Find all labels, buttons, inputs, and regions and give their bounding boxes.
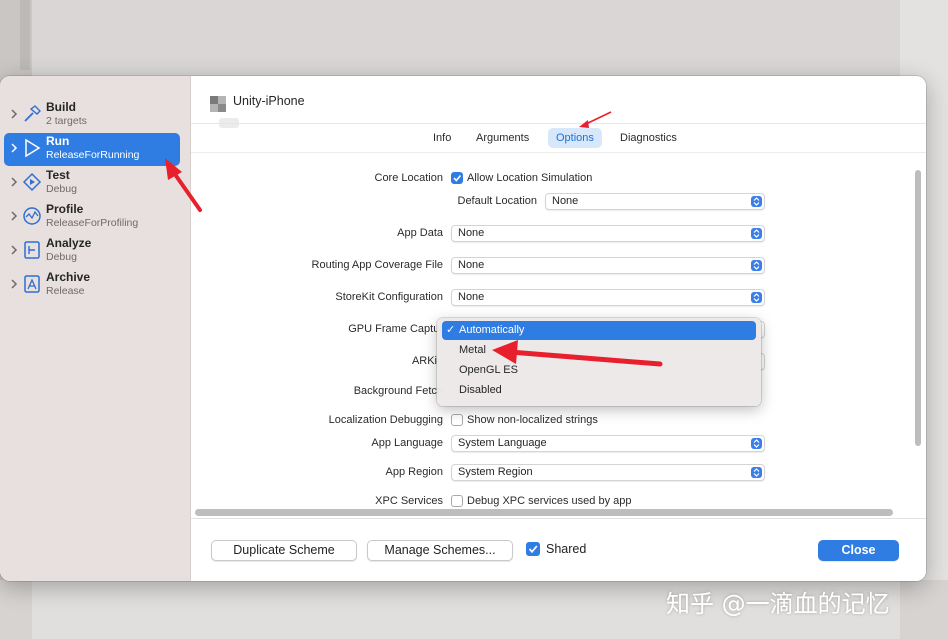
sidebar-item-profile[interactable]: Profile ReleaseForProfiling [4, 201, 180, 234]
chevron-right-icon[interactable] [9, 277, 19, 291]
stepper-arrows-icon [751, 467, 762, 478]
sidebar-item-title: Archive [46, 270, 91, 284]
storekit-configuration-label: StoreKit Configuration [335, 291, 443, 303]
sidebar-item-subtitle: Release [46, 285, 85, 297]
sidebar-item-analyze[interactable]: Analyze Debug [4, 235, 180, 268]
horizontal-scrollbar[interactable] [195, 509, 893, 516]
menu-item-label: OpenGL ES [459, 364, 518, 376]
show-non-localized-strings-label: Show non-localized strings [467, 414, 598, 426]
app-data-popup[interactable]: None [451, 225, 765, 242]
sidebar-item-run[interactable]: Run ReleaseForRunning [4, 133, 180, 166]
menu-item-label: Disabled [459, 384, 502, 396]
storekit-configuration-popup[interactable]: None [451, 289, 765, 306]
routing-coverage-popup[interactable]: None [451, 257, 765, 274]
app-region-value: System Region [458, 466, 533, 478]
routing-coverage-value: None [458, 259, 485, 271]
routing-coverage-label: Routing App Coverage File [311, 259, 443, 271]
scheme-actions-sidebar: Build 2 targets Run ReleaseForRunning Te… [0, 76, 191, 581]
debug-xpc-services-checkbox[interactable] [451, 495, 463, 507]
chevron-right-icon[interactable] [9, 243, 19, 257]
menu-item-opengl-es[interactable]: OpenGL ES [442, 361, 756, 380]
default-location-label: Default Location [457, 195, 538, 207]
vertical-scrollbar[interactable] [915, 170, 921, 446]
debug-xpc-services-label: Debug XPC services used by app [467, 495, 632, 507]
tabs-divider [191, 152, 926, 153]
tab-diagnostics[interactable]: Diagnostics [612, 128, 685, 148]
tab-options[interactable]: Options [548, 128, 602, 148]
checkmark-icon: ✓ [446, 324, 456, 336]
menu-item-label: Automatically [459, 324, 525, 336]
target-app-icon [210, 96, 226, 112]
hammer-icon [24, 105, 41, 122]
app-data-label: App Data [397, 227, 443, 239]
xpc-services-label: XPC Services [375, 495, 443, 507]
sidebar-item-subtitle: ReleaseForProfiling [46, 217, 139, 229]
menu-item-disabled[interactable]: Disabled [442, 381, 756, 400]
sidebar-item-build[interactable]: Build 2 targets [4, 99, 180, 132]
chevron-right-icon[interactable] [9, 175, 19, 189]
sidebar-item-title: Profile [46, 202, 84, 216]
app-language-label: App Language [371, 437, 443, 449]
chevron-right-icon[interactable] [9, 107, 19, 121]
allow-location-simulation-label: Allow Location Simulation [467, 172, 593, 184]
footer-divider [191, 518, 926, 519]
app-region-popup[interactable]: System Region [451, 464, 765, 481]
play-icon [25, 138, 41, 158]
chevron-right-icon[interactable] [9, 209, 19, 223]
checkmark-icon [528, 545, 538, 554]
storekit-configuration-value: None [458, 291, 485, 303]
sidebar-item-subtitle: Debug [46, 251, 77, 263]
sidebar-item-subtitle: ReleaseForRunning [46, 149, 140, 161]
stepper-arrows-icon [751, 438, 762, 449]
stepper-arrows-icon [751, 228, 762, 239]
app-language-value: System Language [458, 437, 547, 449]
show-non-localized-strings-checkbox[interactable] [451, 414, 463, 426]
background-strip [20, 0, 30, 70]
app-data-value: None [458, 227, 485, 239]
stepper-arrows-icon [751, 260, 762, 271]
shared-label: Shared [546, 542, 587, 556]
shared-checkbox[interactable] [526, 542, 540, 556]
analyze-icon [24, 241, 40, 259]
app-language-popup[interactable]: System Language [451, 435, 765, 452]
sidebar-item-archive[interactable]: Archive Release [4, 269, 180, 302]
sidebar-item-title: Test [46, 168, 70, 182]
watermark: 知乎 @一滴血的记忆 [666, 590, 890, 618]
menu-item-metal[interactable]: Metal [442, 341, 756, 360]
localization-debugging-label: Localization Debugging [328, 414, 443, 426]
gpu-frame-capture-label: GPU Frame Captur [348, 323, 443, 335]
checkmark-icon [453, 174, 462, 182]
core-location-label: Core Location [374, 172, 444, 184]
close-button[interactable]: Close [818, 540, 899, 561]
background-fetch-label: Background Fetch [353, 385, 443, 397]
sidebar-item-title: Build [46, 100, 76, 114]
sidebar-item-test[interactable]: Test Debug [4, 167, 180, 200]
default-location-value: None [552, 195, 579, 207]
gpu-frame-capture-menu: ✓ Automatically Metal OpenGL ES Disabled [437, 318, 761, 406]
tab-info[interactable]: Info [425, 128, 459, 148]
sidebar-item-subtitle: 2 targets [46, 115, 87, 127]
target-title: Unity-iPhone [233, 94, 305, 108]
menu-item-label: Metal [459, 344, 486, 356]
test-diamond-icon [22, 172, 42, 192]
manage-schemes-button[interactable]: Manage Schemes... [367, 540, 513, 561]
menu-item-automatically[interactable]: ✓ Automatically [442, 321, 756, 340]
sidebar-item-title: Run [46, 134, 70, 148]
default-location-popup[interactable]: None [545, 193, 765, 210]
stepper-arrows-icon [751, 196, 762, 207]
sidebar-item-subtitle: Debug [46, 183, 77, 195]
app-region-label: App Region [385, 466, 444, 478]
gauge-icon [23, 207, 41, 225]
arkit-label: ARKi [411, 355, 437, 367]
header-divider [191, 123, 926, 124]
archive-icon [24, 275, 40, 293]
duplicate-scheme-button[interactable]: Duplicate Scheme [211, 540, 357, 561]
tab-arguments[interactable]: Arguments [468, 128, 537, 148]
stepper-arrows-icon [751, 292, 762, 303]
sidebar-item-title: Analyze [46, 236, 92, 250]
allow-location-simulation-checkbox[interactable] [451, 172, 463, 184]
chevron-right-icon[interactable] [9, 141, 19, 155]
